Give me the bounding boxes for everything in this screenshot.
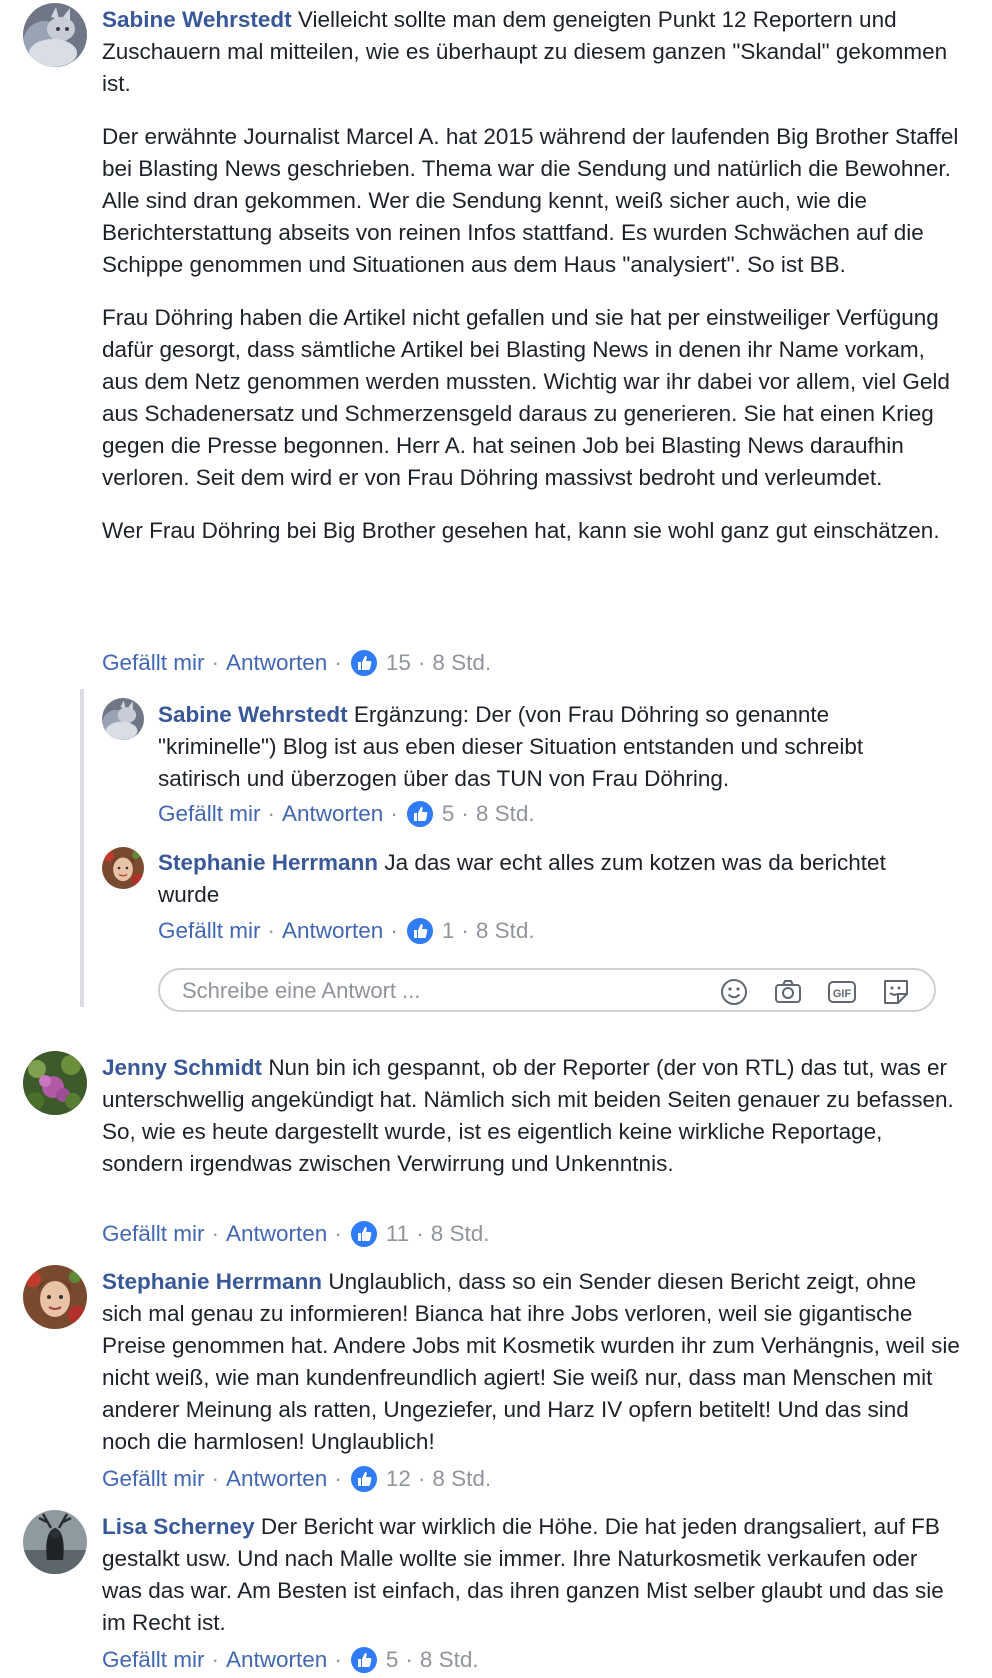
separator: · [334, 1466, 342, 1491]
separator: · [334, 650, 342, 675]
like-link[interactable]: Gefällt mir [102, 1218, 205, 1250]
separator: · [211, 650, 220, 675]
separator: · [390, 801, 398, 826]
comment-body: Stephanie Herrmann Unglaublich, dass so … [102, 1266, 962, 1458]
reply-link[interactable]: Antworten [226, 647, 327, 679]
reply-link[interactable]: Antworten [282, 915, 383, 947]
reply-link[interactable]: Antworten [282, 798, 383, 830]
sticker-icon[interactable] [880, 976, 912, 1008]
separator: · [267, 801, 276, 826]
separator: · [390, 918, 398, 943]
separator: · [416, 1221, 424, 1246]
like-link[interactable]: Gefällt mir [102, 1644, 205, 1676]
like-link[interactable]: Gefällt mir [158, 915, 261, 947]
comment-text: Unglaublich, dass so ein Sender diesen B… [102, 1269, 960, 1454]
comment-author[interactable]: Jenny Schmidt [102, 1055, 262, 1080]
reply-input[interactable] [182, 976, 652, 1006]
comment-text: Der erwähnte Journalist Marcel A. hat 20… [102, 124, 959, 277]
timestamp[interactable]: 8 Std. [476, 915, 535, 947]
reply-link[interactable]: Antworten [226, 1218, 327, 1250]
separator: · [405, 1647, 413, 1672]
gif-icon[interactable]: GIF [826, 976, 858, 1008]
comment-actions: Gefällt mir · Antworten · 11 · 8 Std. [102, 1218, 489, 1250]
timestamp[interactable]: 8 Std. [432, 647, 491, 679]
comment-paragraph: Jenny Schmidt Nun bin ich gespannt, ob d… [102, 1052, 962, 1180]
like-count[interactable]: 15 [386, 647, 411, 679]
separator: · [461, 918, 469, 943]
comment-actions: Gefällt mir · Antworten · 5 · 8 Std. [158, 798, 535, 830]
like-count[interactable]: 1 [442, 915, 455, 947]
comment-paragraph: Lisa Scherney Der Bericht war wirklich d… [102, 1511, 962, 1639]
comment-body: Stephanie Herrmann Ja das war echt alles… [158, 847, 948, 911]
comment-author[interactable]: Sabine Wehrstedt [158, 702, 348, 727]
comment-body: Jenny Schmidt Nun bin ich gespannt, ob d… [102, 1052, 962, 1180]
separator: · [417, 1466, 426, 1491]
emoji-icon[interactable] [718, 976, 750, 1008]
reply-box[interactable]: GIF [158, 968, 936, 1012]
comment-actions: Gefällt mir · Antworten · 12 · 8 Std. [102, 1463, 491, 1495]
comment-text: Wer Frau Döhring bei Big Brother gesehen… [102, 518, 940, 543]
like-link[interactable]: Gefällt mir [102, 1463, 205, 1495]
like-count[interactable]: 5 [442, 798, 455, 830]
timestamp[interactable]: 8 Std. [432, 1463, 491, 1495]
like-icon[interactable] [348, 1464, 379, 1494]
separator: · [334, 1221, 342, 1246]
like-link[interactable]: Gefällt mir [102, 647, 205, 679]
comment-author[interactable]: Stephanie Herrmann [158, 850, 378, 875]
svg-text:GIF: GIF [833, 988, 852, 1000]
avatar[interactable] [23, 3, 87, 67]
like-count[interactable]: 12 [386, 1463, 411, 1495]
timestamp[interactable]: 8 Std. [420, 1644, 479, 1676]
like-count[interactable]: 5 [386, 1644, 399, 1676]
comment-paragraph: Stephanie Herrmann Ja das war echt alles… [158, 847, 948, 911]
like-link[interactable]: Gefällt mir [158, 798, 261, 830]
camera-icon[interactable] [772, 976, 804, 1008]
comment-paragraph: Stephanie Herrmann Unglaublich, dass so … [102, 1266, 962, 1458]
avatar[interactable] [23, 1510, 87, 1574]
comment-author[interactable]: Lisa Scherney [102, 1514, 255, 1539]
avatar[interactable] [23, 1051, 87, 1115]
comment-text: Frau Döhring haben die Artikel nicht gef… [102, 305, 950, 490]
timestamp[interactable]: 8 Std. [476, 798, 535, 830]
comment-actions: Gefällt mir · Antworten · 5 · 8 Std. [102, 1644, 479, 1676]
like-icon[interactable] [348, 648, 379, 678]
avatar[interactable] [102, 698, 144, 740]
reply-link[interactable]: Antworten [226, 1463, 327, 1495]
reply-thread-line [80, 689, 84, 1007]
comment-author[interactable]: Stephanie Herrmann [102, 1269, 322, 1294]
comment-actions: Gefällt mir · Antworten · 1 · 8 Std. [158, 915, 535, 947]
avatar[interactable] [23, 1265, 87, 1329]
like-icon[interactable] [348, 1645, 379, 1675]
like-icon[interactable] [404, 799, 435, 829]
comment-paragraph: Sabine Wehrstedt Ergänzung: Der (von Fra… [158, 699, 948, 795]
comment-author[interactable]: Sabine Wehrstedt [102, 7, 292, 32]
like-icon[interactable] [348, 1219, 379, 1249]
comment-body: Sabine Wehrstedt Vielleicht sollte man d… [102, 4, 962, 547]
separator: · [211, 1221, 220, 1246]
comment-actions: Gefällt mir · Antworten · 15 · 8 Std. [102, 647, 491, 679]
separator: · [211, 1647, 220, 1672]
separator: · [334, 1647, 342, 1672]
separator: · [417, 650, 426, 675]
like-count[interactable]: 11 [386, 1218, 409, 1250]
separator: · [267, 918, 276, 943]
comment-paragraph: Sabine Wehrstedt Vielleicht sollte man d… [102, 4, 962, 100]
reply-link[interactable]: Antworten [226, 1644, 327, 1676]
like-icon[interactable] [404, 916, 435, 946]
comment-body: Sabine Wehrstedt Ergänzung: Der (von Fra… [158, 699, 948, 795]
avatar[interactable] [102, 847, 144, 889]
separator: · [461, 801, 469, 826]
timestamp[interactable]: 8 Std. [431, 1218, 490, 1250]
separator: · [211, 1466, 220, 1491]
comment-body: Lisa Scherney Der Bericht war wirklich d… [102, 1511, 962, 1639]
